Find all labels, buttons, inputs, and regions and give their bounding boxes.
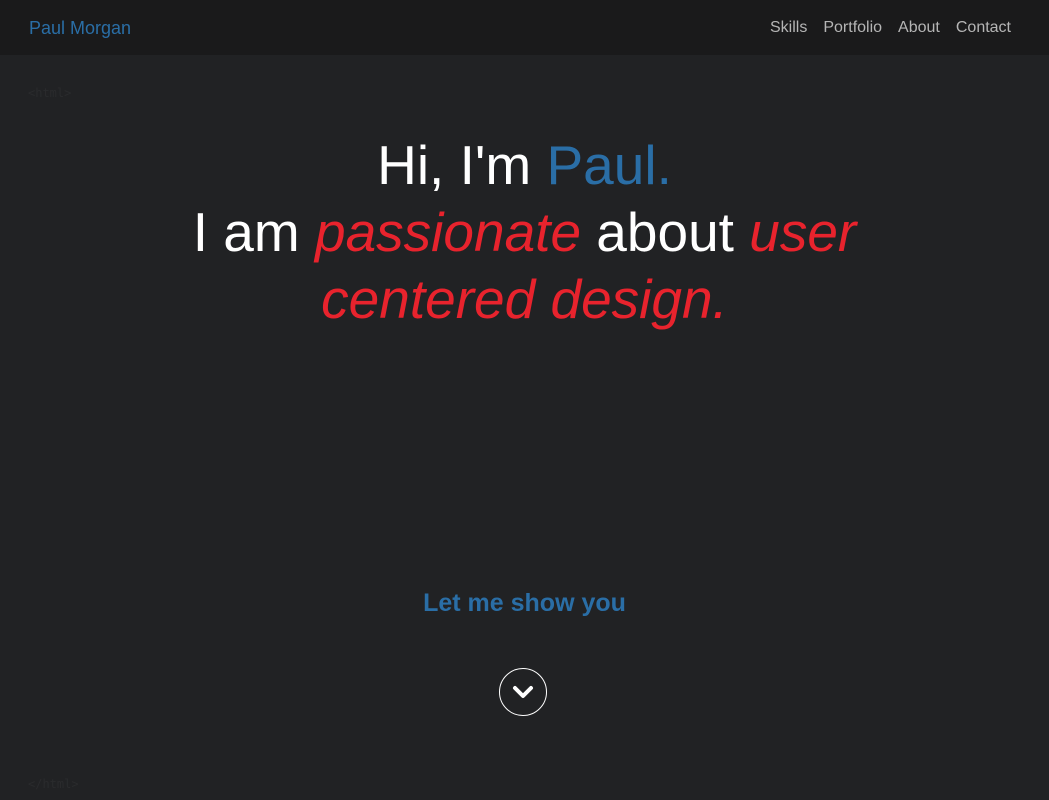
brand-link[interactable]: Paul Morgan — [29, 17, 131, 39]
hero-name: Paul. — [546, 134, 672, 196]
html-close-tag: </html> — [28, 777, 79, 791]
hero-tagline: I am passionate about user centered desi… — [0, 199, 1049, 333]
nav-links: Skills Portfolio About Contact — [770, 17, 1011, 39]
navbar: Paul Morgan Skills Portfolio About Conta… — [0, 0, 1049, 55]
hero-tagline-em1: passionate — [315, 201, 582, 263]
chevron-down-icon — [513, 686, 533, 698]
nav-link-skills[interactable]: Skills — [770, 17, 807, 39]
hero-heading: Hi, I'm Paul. I am passionate about user… — [0, 132, 1049, 333]
cta-text[interactable]: Let me show you — [0, 586, 1049, 620]
hero-tagline-mid: about — [581, 201, 750, 263]
hero-greeting: Hi, I'm Paul. — [0, 132, 1049, 199]
hero-greeting-prefix: Hi, I'm — [377, 134, 547, 196]
nav-link-portfolio[interactable]: Portfolio — [823, 17, 882, 39]
scroll-down-button[interactable] — [499, 668, 547, 716]
hero-tagline-prefix: I am — [192, 201, 315, 263]
nav-link-about[interactable]: About — [898, 17, 940, 39]
nav-link-contact[interactable]: Contact — [956, 17, 1011, 39]
html-open-tag: <html> — [28, 86, 72, 100]
